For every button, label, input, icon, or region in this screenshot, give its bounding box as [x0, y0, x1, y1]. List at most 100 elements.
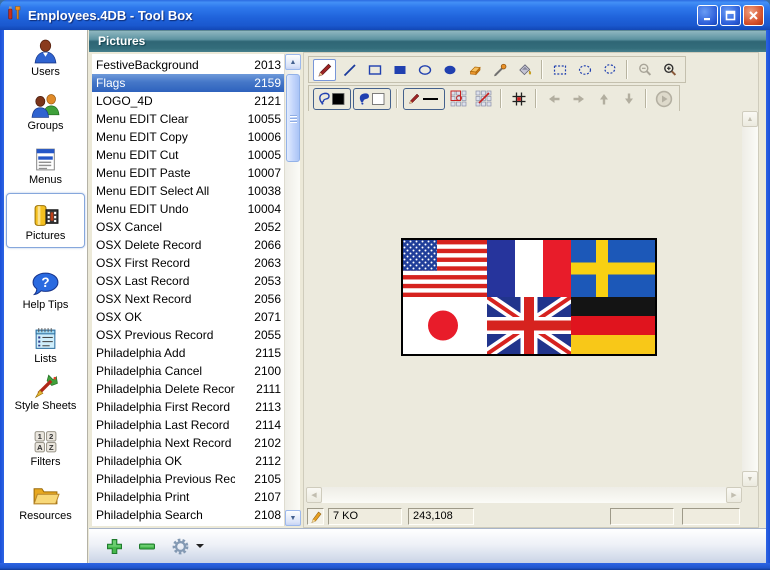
- nudge-down-button[interactable]: [617, 88, 640, 110]
- resources-icon: [6, 481, 85, 509]
- list-item[interactable]: Philadelphia Cancel 2100: [92, 362, 284, 380]
- filled-rectangle-tool-button[interactable]: [388, 59, 411, 81]
- list-item[interactable]: OSX Previous Record 2055: [92, 326, 284, 344]
- picture-id: 2056: [254, 292, 281, 306]
- list-item[interactable]: OSX Cancel 2052: [92, 218, 284, 236]
- list-item[interactable]: Philadelphia Add 2115: [92, 344, 284, 362]
- canvas-scroll-right-button[interactable]: ▶: [726, 487, 742, 503]
- list-item[interactable]: Menu EDIT Undo 10004: [92, 200, 284, 218]
- ellipse-tool-button[interactable]: [413, 59, 436, 81]
- sidebar-item-users[interactable]: Users: [6, 37, 85, 78]
- list-item[interactable]: Philadelphia OK 2112: [92, 452, 284, 470]
- select-rectangle-tool-button[interactable]: [548, 59, 571, 81]
- nudge-left-button[interactable]: [542, 88, 565, 110]
- toolbar-separator: [541, 60, 543, 79]
- canvas-vertical-scrollbar[interactable]: ▲ ▼: [742, 111, 758, 487]
- list-item[interactable]: OSX Delete Record 2066: [92, 236, 284, 254]
- list-item[interactable]: LOGO_4D 2121: [92, 92, 284, 110]
- list-item[interactable]: Menu EDIT Copy 10006: [92, 128, 284, 146]
- select-ellipse-tool-button[interactable]: [573, 59, 596, 81]
- add-button[interactable]: [106, 538, 123, 555]
- pencil-status-icon: [311, 511, 321, 523]
- zoom-in-tool-button[interactable]: [658, 59, 681, 81]
- sidebar-item-filters[interactable]: 12 AZ Filters: [6, 427, 85, 468]
- eraser-tool-button[interactable]: [463, 59, 486, 81]
- list-item[interactable]: Philadelphia Search 2108: [92, 506, 284, 524]
- picture-id: 2111: [256, 382, 281, 396]
- list-item[interactable]: Philadelphia Delete Record 2111: [92, 380, 284, 398]
- editor-canvas[interactable]: [306, 111, 742, 487]
- filled-ellipse-tool-button[interactable]: [438, 59, 461, 81]
- list-item[interactable]: OSX First Record 2063: [92, 254, 284, 272]
- picture-list[interactable]: FestiveBackground 2013 Flags 2159 LOGO_4…: [92, 56, 284, 526]
- canvas-horizontal-scrollbar[interactable]: ◀ ▶: [306, 487, 742, 503]
- picture-name: LOGO_4D: [96, 94, 153, 108]
- scroll-up-button[interactable]: ▲: [285, 54, 301, 70]
- list-item[interactable]: OSX Last Record 2053: [92, 272, 284, 290]
- pattern-zoom-button[interactable]: [447, 88, 470, 110]
- picture-name: OSX OK: [96, 310, 143, 324]
- list-item[interactable]: Flags 2159: [92, 74, 284, 92]
- minimize-button[interactable]: [697, 4, 718, 26]
- remove-button[interactable]: [138, 538, 156, 555]
- sidebar-label: Pictures: [25, 230, 66, 242]
- list-item[interactable]: Philadelphia First Record 2113: [92, 398, 284, 416]
- picture-id: 10004: [247, 202, 281, 216]
- play-button[interactable]: [652, 88, 675, 110]
- line-tool-button[interactable]: [338, 59, 361, 81]
- list-item[interactable]: Menu EDIT Cut 10005: [92, 146, 284, 164]
- nudge-right-button[interactable]: [567, 88, 590, 110]
- paint-bucket-tool-button[interactable]: [513, 59, 536, 81]
- svg-text:Z: Z: [49, 443, 54, 452]
- lasso-tool-button[interactable]: [598, 59, 621, 81]
- pencil-icon: [318, 63, 331, 76]
- list-item[interactable]: Philadelphia Print 2107: [92, 488, 284, 506]
- sidebar-item-groups[interactable]: Groups: [6, 91, 85, 132]
- list-item[interactable]: Menu EDIT Select All 10038: [92, 182, 284, 200]
- list-item[interactable]: FestiveBackground 2013: [92, 56, 284, 74]
- select-rectangle-icon: [553, 64, 566, 75]
- picture-id: 2114: [255, 418, 281, 432]
- maximize-button[interactable]: [720, 4, 741, 26]
- list-item[interactable]: OSX Next Record 2056: [92, 290, 284, 308]
- panel-title: Pictures: [98, 34, 146, 48]
- list-item[interactable]: Menu EDIT Paste 10007: [92, 164, 284, 182]
- eyedropper-tool-button[interactable]: [488, 59, 511, 81]
- canvas-scroll-down-button[interactable]: ▼: [742, 471, 758, 487]
- rectangle-tool-button[interactable]: [363, 59, 386, 81]
- sidebar-item-lists[interactable]: Lists: [6, 324, 85, 365]
- sidebar-item-resources[interactable]: Resources: [6, 481, 85, 522]
- title-bar[interactable]: Employees.4DB - Tool Box: [0, 0, 770, 30]
- list-scrollbar[interactable]: ▲ ▼: [284, 54, 301, 526]
- pencil-tool-button[interactable]: [313, 58, 336, 81]
- sidebar-item-pictures[interactable]: Pictures: [6, 193, 85, 248]
- picture-name: Philadelphia Add: [96, 346, 186, 360]
- list-item[interactable]: Philadelphia Previous Record 2105: [92, 470, 284, 488]
- pattern-edit-button[interactable]: [472, 88, 495, 110]
- canvas-scroll-up-button[interactable]: ▲: [742, 111, 758, 127]
- scroll-down-button[interactable]: ▼: [285, 510, 301, 526]
- scroll-thumb[interactable]: [286, 74, 300, 162]
- nudge-up-button[interactable]: [592, 88, 615, 110]
- sidebar-label: Resources: [19, 510, 72, 522]
- close-button[interactable]: [743, 4, 764, 26]
- hot-spot-button[interactable]: [507, 88, 530, 110]
- picture-name: Philadelphia Cancel: [96, 364, 203, 378]
- canvas-scroll-left-button[interactable]: ◀: [306, 487, 322, 503]
- list-item[interactable]: Philadelphia Next Record 2102: [92, 434, 284, 452]
- arrow-up-icon: [599, 93, 608, 104]
- sidebar-item-menus[interactable]: Menus: [6, 145, 85, 186]
- list-item[interactable]: Menu EDIT Clear 10055: [92, 110, 284, 128]
- zoom-out-tool-button[interactable]: [633, 59, 656, 81]
- line-width-icon: [409, 93, 438, 104]
- sidebar-item-style-sheets[interactable]: Style Sheets: [6, 371, 85, 412]
- foreground-color-button[interactable]: [313, 87, 351, 110]
- list-item[interactable]: Philadelphia Last Record 2114: [92, 416, 284, 434]
- sidebar-item-help-tips[interactable]: ? Help Tips: [6, 270, 85, 311]
- line-width-button[interactable]: [403, 87, 445, 110]
- settings-button[interactable]: [171, 537, 204, 556]
- list-item[interactable]: OSX OK 2071: [92, 308, 284, 326]
- groups-icon: [6, 91, 85, 119]
- flag-france: [487, 240, 571, 297]
- background-color-button[interactable]: [353, 87, 391, 110]
